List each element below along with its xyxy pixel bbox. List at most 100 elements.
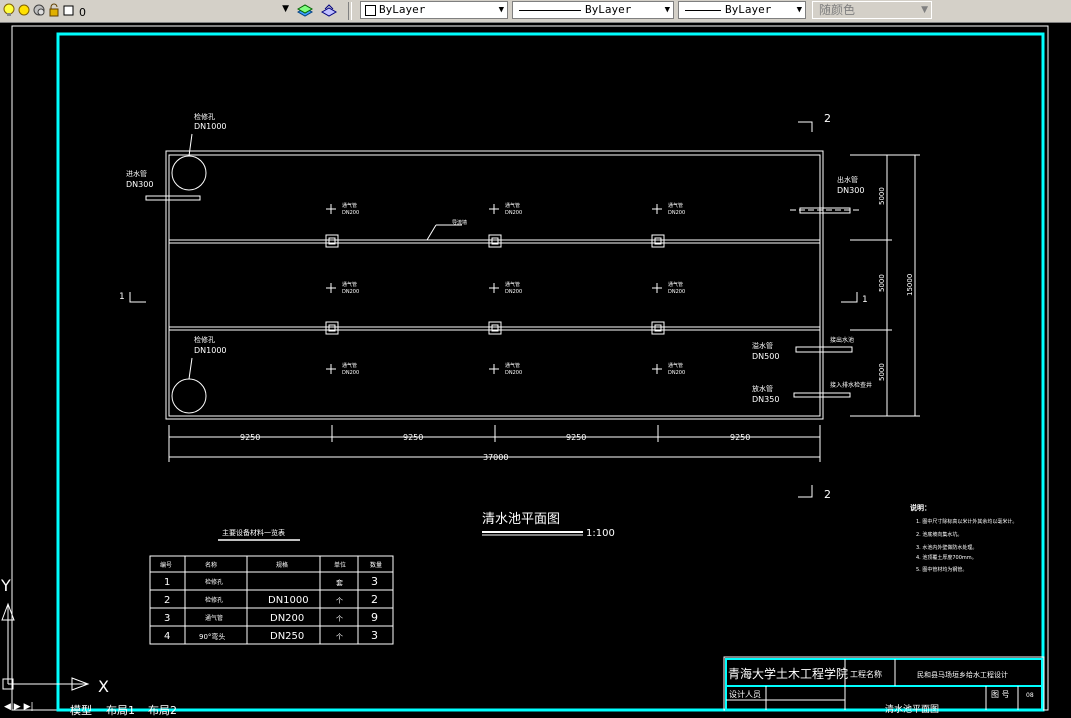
chevron-down-icon: ▼ [921,5,928,15]
lock-icon[interactable] [47,3,61,17]
table-header-cell: 数量 [370,561,382,569]
lineweight-value: ByLayer [725,3,772,16]
outlet-dn: DN300 [837,186,864,195]
linetype-preview-icon [519,10,581,11]
axis-y-label: Y [0,576,11,595]
notes-item: 3. 水池内外壁做防水处理。 [916,544,977,551]
vent-note: 接入排水检查井 [830,381,872,389]
layer-color-swatch-icon[interactable] [62,3,76,17]
layer-previous-icon[interactable] [320,3,338,17]
color-value: ByLayer [379,3,426,16]
vent-label: 放水管 [752,384,773,393]
axis-x-label: X [98,677,109,696]
table-cell: 9 [371,611,378,624]
freeze-viewport-icon[interactable] [32,3,46,17]
plotstyle-value: 随颜色 [819,3,856,17]
make-current-layer-icon[interactable] [296,3,314,17]
vent-pipe-dn: DN200 [505,370,522,376]
table-row: 4 90°弯头 DN250 个 3 [164,629,378,642]
vent-pipe-label: 通气管 [668,202,683,209]
table-cell: 个 [336,597,343,605]
dim-total-text: 37000 [483,453,508,462]
ucs-icon [1,602,90,691]
vent-pipe-dn: DN200 [505,210,522,216]
project-name: 民和县马场垣乡给水工程设计 [917,670,1008,679]
right-dimension-texts: 5000 5000 5000 15000 [878,187,914,381]
table-cell: 2 [164,595,170,606]
lineweight-preview-icon [685,10,721,11]
school-name: 青海大学土木工程学院 [728,666,848,681]
dim-text: 5000 [878,187,886,205]
layer-dropdown[interactable]: 0 ▼ [76,1,292,19]
sun-icon[interactable] [17,3,31,17]
linetype-dropdown[interactable]: ByLayer ▼ [512,1,674,19]
table-cell: 检修孔 [205,596,223,604]
beam-label: 导流墙 [452,219,467,226]
drain-label: 溢水管 [752,341,773,350]
layout-tabs: ◀ ▶ ▶| 模型 布局1 布局2 [0,702,200,717]
drawing-title: 清水池平面图 [482,512,560,527]
table-cell: 2 [371,593,378,606]
inlet-label: 进水管 [126,169,147,178]
outer-frame [11,25,1049,711]
outlet-pipe [790,207,860,214]
vent-pipe-label: 通气管 [505,362,520,369]
table-row: 1 检修孔 套 3 [164,575,378,588]
tab-nav-arrows[interactable]: ◀ ▶ ▶| [4,702,34,712]
manhole-bottom-label: 检修孔 [194,335,215,344]
dim-text: 5000 [878,363,886,381]
lightbulb-icon[interactable] [2,3,16,17]
table-row: 2 检修孔 DN1000 个 2 [164,593,378,606]
title-block: 青海大学土木工程学院 工程名称 民和县马场垣乡给水工程设计 设计人员 图 号 0… [723,656,1045,714]
vent-pipe-label: 通气管 [342,362,357,369]
table-cell: 4 [164,631,170,642]
table-title: 主要设备材料一览表 [222,528,285,537]
vent-pipe-label: 通气管 [668,281,683,288]
notes-title: 说明： [910,503,931,512]
drawing-svg: 检修孔 DN1000 检修孔 DN1000 进水管 DN300 出水管 DN30… [0,25,1049,714]
pillars [325,234,665,335]
table-cell: DN1000 [268,595,309,606]
vent-pipe-dn: DN200 [668,370,685,376]
notes-item: 1. 图中尺寸除标高以米计外其余均以毫米计。 [916,518,1017,525]
table-cell: 3 [371,629,378,642]
table-cell: 套 [336,578,343,587]
vent-pipe-dn: DN200 [668,289,685,295]
vent-pipe-dn: DN200 [342,289,359,295]
dim-total-text: 15000 [906,274,914,296]
chevron-down-icon: ▼ [796,5,802,15]
table-cell: 检修孔 [205,578,223,586]
drawing-name: 清水池平面图 [885,703,939,714]
tab-layout1[interactable]: 布局1 [106,702,135,718]
vent-pipe-label: 通气管 [342,281,357,288]
vent-labels: 通气管DN200 通气管DN200 通气管DN200 通气管DN200 通气管D… [342,202,685,376]
table-row: 3 通气管 DN200 个 9 [164,611,378,624]
vent-pipe-label: 通气管 [505,281,520,288]
notes-block: 说明： 1. 图中尺寸除标高以米计外其余均以毫米计。 2. 池底坡向集水坑。 3… [910,503,1017,573]
vent-pipe-label: 通气管 [342,202,357,209]
table-header-cell: 规格 [276,561,288,569]
vent-pipe-dn: DN200 [668,210,685,216]
table-cell: 个 [336,633,343,641]
inlet-dn: DN300 [126,180,153,189]
color-swatch-icon [365,5,376,16]
color-dropdown[interactable]: ByLayer ▼ [360,1,508,19]
table-header-cell: 单位 [334,561,346,569]
lineweight-dropdown[interactable]: ByLayer ▼ [678,1,806,19]
table-cell: 3 [371,575,378,588]
drawing-no-label: 图 号 [991,690,1010,699]
properties-toolbar: 0 ▼ ByLayer ▼ ByLayer ▼ ByLayer ▼ 随颜色 ▼ [0,0,1071,23]
table-cell: 1 [164,577,170,588]
manhole-top-label: 检修孔 [194,112,215,121]
dim-text: 9250 [566,433,586,442]
tab-model[interactable]: 模型 [70,702,92,718]
table-cell: DN200 [270,613,304,624]
section-2-bottom: 2 [824,488,831,501]
inlet-pipe [145,195,201,201]
plotstyle-dropdown: 随颜色 ▼ [812,1,932,19]
dim-text: 9250 [730,433,750,442]
vent-pipe-label: 通气管 [668,362,683,369]
manhole-top-dn: DN1000 [194,122,227,131]
tab-layout2[interactable]: 布局2 [148,702,177,718]
drawing-canvas[interactable]: 检修孔 DN1000 检修孔 DN1000 进水管 DN300 出水管 DN30… [0,23,1071,714]
